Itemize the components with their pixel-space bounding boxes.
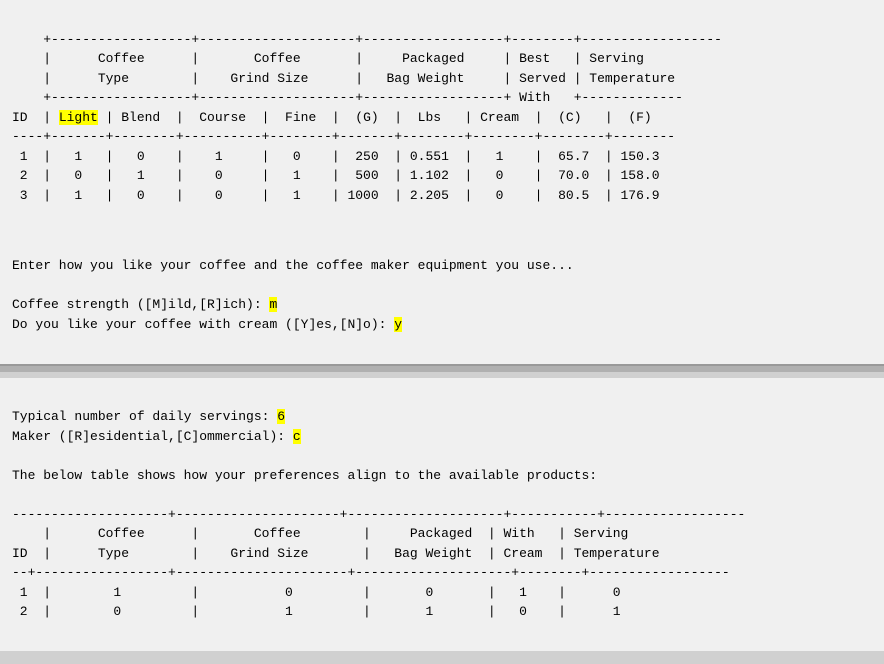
strength-value: m bbox=[269, 297, 277, 312]
table-header-row3: +------------------+--------------------… bbox=[12, 90, 683, 105]
top-table: +------------------+--------------------… bbox=[12, 10, 872, 225]
table-row-2: 2 | 0 | 1 | 0 | 1 | 500 | 1.102 | 0 | 70… bbox=[12, 168, 660, 183]
prompt-section-top: Enter how you like your coffee and the c… bbox=[12, 237, 872, 354]
result-intro: The below table shows how your preferenc… bbox=[12, 468, 597, 483]
table-header-row1: | Coffee | Coffee | Packaged | Best | Se… bbox=[12, 51, 644, 66]
table-row-3: 3 | 1 | 0 | 0 | 1 | 1000 | 2.205 | 0 | 8… bbox=[12, 188, 660, 203]
top-panel: +------------------+--------------------… bbox=[0, 0, 884, 366]
prompt-cream: Do you like your coffee with cream ([Y]e… bbox=[12, 317, 402, 332]
table-header-row2: | Type | Grind Size | Bag Weight | Serve… bbox=[12, 71, 675, 86]
panel-separator bbox=[0, 366, 884, 372]
table-divider: ----+-------+--------+----------+-------… bbox=[12, 129, 675, 144]
table-border-top: +------------------+--------------------… bbox=[12, 32, 722, 47]
prompt-strength: Coffee strength ([M]ild,[R]ich): m bbox=[12, 297, 277, 312]
bottom-table-header2: ID | Type | Grind Size | Bag Weight | Cr… bbox=[12, 546, 660, 561]
bottom-table-divider-top: --------------------+-------------------… bbox=[12, 507, 745, 522]
table-col-labels: ID | Light | Blend | Course | Fine | (G)… bbox=[12, 110, 652, 125]
bottom-panel: Typical number of daily servings: 6 Make… bbox=[0, 378, 884, 652]
cream-value: y bbox=[394, 317, 402, 332]
prompt-intro: Enter how you like your coffee and the c… bbox=[12, 258, 574, 273]
prompt-servings: Typical number of daily servings: 6 bbox=[12, 409, 285, 424]
prompt-section-bottom: Typical number of daily servings: 6 Make… bbox=[12, 388, 872, 642]
table-row-1: 1 | 1 | 0 | 1 | 0 | 250 | 0.551 | 1 | 65… bbox=[12, 149, 660, 164]
maker-value: c bbox=[293, 429, 301, 444]
bottom-table-header1: | Coffee | Coffee | Packaged | With | Se… bbox=[12, 526, 628, 541]
prompt-maker: Maker ([R]esidential,[C]ommercial): c bbox=[12, 429, 301, 444]
col-light-label: Light bbox=[59, 110, 98, 125]
bottom-table-row-1: 1 | 1 | 0 | 0 | 1 | 0 bbox=[12, 585, 621, 600]
bottom-table-divider-mid: --+-----------------+-------------------… bbox=[12, 565, 730, 580]
servings-value: 6 bbox=[277, 409, 285, 424]
bottom-table-row-2: 2 | 0 | 1 | 1 | 0 | 1 bbox=[12, 604, 621, 619]
